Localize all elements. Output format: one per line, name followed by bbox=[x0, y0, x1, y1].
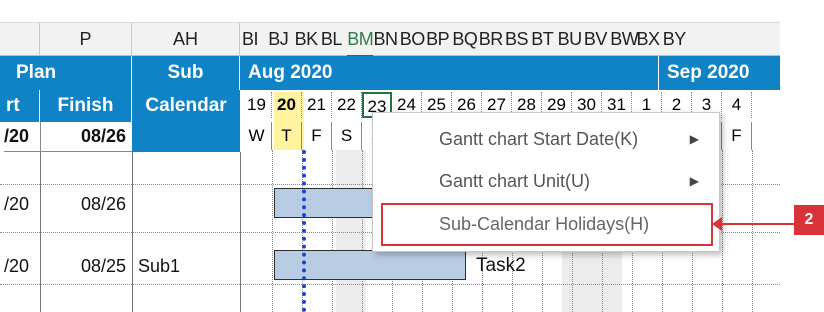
header-start-cell: rt bbox=[0, 90, 40, 122]
header-month-sep: Sep 2020 bbox=[658, 56, 780, 90]
column-header-bar: P AH BI BJ BK BL BM BN BO BP BQ BR BS BT BU BV BW BX BY bbox=[0, 22, 780, 57]
month-sep-label: Sep 2020 bbox=[667, 62, 750, 83]
row2-calendar[interactable]: Sub1 bbox=[138, 252, 238, 280]
gantt-column-header[interactable]: BW bbox=[610, 23, 639, 55]
summary-start[interactable]: /20 bbox=[4, 122, 40, 152]
day-number[interactable]: 19 bbox=[242, 92, 272, 118]
summary-finish[interactable]: 08/26 bbox=[40, 122, 132, 152]
gantt-column-header[interactable]: BX bbox=[637, 23, 661, 55]
grid-line bbox=[362, 150, 363, 312]
menu-item-label: Gantt chart Unit(U) bbox=[439, 171, 591, 191]
row1-finish[interactable]: 08/26 bbox=[40, 190, 132, 218]
gantt-column-header[interactable]: BO bbox=[400, 23, 426, 55]
row2-finish[interactable]: 08/25 bbox=[40, 252, 132, 280]
row1-start[interactable]: /20 bbox=[4, 190, 40, 218]
day-number[interactable]: 4 bbox=[722, 92, 752, 118]
column-header-ah[interactable]: AH bbox=[132, 23, 240, 55]
gantt-column-header[interactable]: BU bbox=[558, 23, 583, 55]
submenu-arrow-icon: ▶ bbox=[689, 132, 699, 146]
row-line bbox=[0, 284, 780, 285]
header-sub: Sub bbox=[132, 56, 240, 90]
header-calendar: Calendar bbox=[132, 90, 240, 152]
gantt-column-header[interactable]: BR bbox=[479, 23, 504, 55]
today-line bbox=[302, 150, 306, 312]
gantt-column-header[interactable]: BQ bbox=[452, 23, 478, 55]
grid-line bbox=[722, 150, 723, 312]
gantt-column-header[interactable]: BT bbox=[531, 23, 554, 55]
gantt-column-header[interactable]: BP bbox=[426, 23, 450, 55]
task-bar-row1[interactable] bbox=[274, 188, 384, 218]
gantt-column-header[interactable]: BV bbox=[584, 23, 608, 55]
weekday-label[interactable]: T bbox=[272, 122, 302, 150]
callout-line bbox=[716, 223, 794, 225]
header-plan: Plan bbox=[16, 62, 57, 83]
day-number[interactable]: 21 bbox=[302, 92, 332, 118]
weekday-label[interactable]: F bbox=[722, 122, 752, 150]
header-month-aug: Aug 2020 bbox=[240, 56, 658, 90]
gantt-column-header[interactable]: BS bbox=[505, 23, 529, 55]
row2-start[interactable]: /20 bbox=[4, 252, 40, 280]
callout-badge: 2 bbox=[794, 205, 824, 235]
weekday-label[interactable]: F bbox=[302, 122, 332, 150]
gantt-column-header[interactable]: BI bbox=[242, 23, 259, 55]
grid-line bbox=[332, 150, 333, 312]
day-number[interactable]: 20 bbox=[272, 92, 302, 118]
menu-item-label: Gantt chart Start Date(K) bbox=[439, 129, 639, 149]
highlight-box bbox=[381, 203, 713, 246]
gantt-column-header[interactable]: BJ bbox=[268, 23, 289, 55]
header-plan-band: Plan bbox=[0, 56, 132, 90]
gantt-column-header[interactable]: BK bbox=[295, 23, 319, 55]
menu-item-gantt-start-date[interactable]: Gantt chart Start Date(K) ▶ bbox=[373, 119, 719, 159]
menu-item-gantt-unit[interactable]: Gantt chart Unit(U) ▶ bbox=[373, 161, 719, 201]
grid-line bbox=[272, 150, 273, 312]
submenu-arrow-icon: ▶ bbox=[689, 174, 699, 188]
gantt-column-header[interactable]: BM bbox=[347, 23, 374, 57]
header-finish: Finish bbox=[40, 90, 132, 122]
day-number[interactable]: 22 bbox=[332, 92, 362, 118]
month-aug-label: Aug 2020 bbox=[248, 62, 333, 83]
column-header-p[interactable]: P bbox=[40, 23, 132, 55]
weekday-label[interactable]: S bbox=[332, 122, 362, 150]
task-bar-label: Task2 bbox=[476, 255, 526, 276]
grid-line bbox=[752, 150, 753, 312]
gantt-column-header[interactable]: BL bbox=[321, 23, 343, 55]
weekday-label[interactable]: W bbox=[242, 122, 272, 150]
callout-arrow-icon bbox=[712, 217, 722, 231]
spreadsheet-gantt: P AH BI BJ BK BL BM BN BO BP BQ BR BS BT BU BV BW BX BY … bbox=[0, 0, 824, 312]
gantt-column-header[interactable]: BN bbox=[374, 23, 399, 55]
gantt-column-header[interactable]: BY bbox=[663, 23, 687, 55]
header-start-fragment: rt bbox=[6, 95, 20, 116]
column-header-partial[interactable] bbox=[0, 23, 40, 55]
